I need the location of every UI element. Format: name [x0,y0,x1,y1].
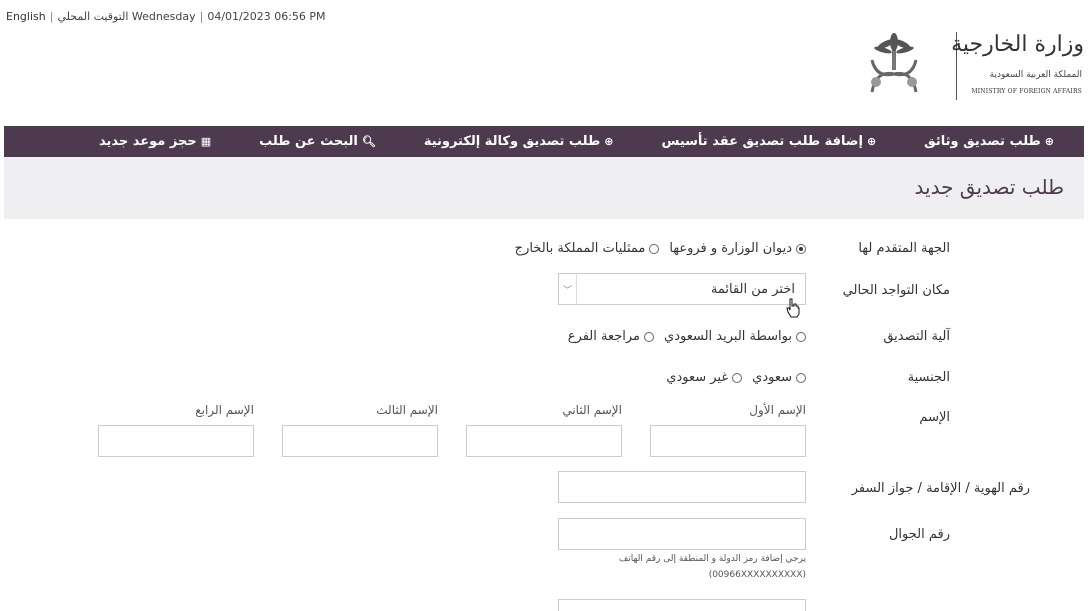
hand-pointer-icon [786,298,800,318]
mechanism-label: آلية التصديق [883,329,950,344]
day-label: Wednesday [131,10,196,23]
nationality-label: الجنسية [907,370,950,385]
plus-circle-icon: ⊕ [604,135,614,148]
plus-circle-icon: ⊕ [1044,135,1054,148]
nav-search-request[interactable]: 🔍︎ البحث عن طلب [259,134,376,149]
radio-icon [796,331,806,342]
radio-icon [649,243,660,254]
location-select-value: اختر من القائمة [710,281,795,297]
nationality-options: سعودي غير سعودي [666,370,806,385]
local-time-label: التوقيت المحلي [57,10,129,23]
authority-option-ministry[interactable]: ديوان الوزارة و فروعها [669,241,806,256]
logo-arabic-subtitle: المملكة العربية السعودية [989,70,1082,80]
mobile-hint-format: (00966XXXXXXXXXX) [708,570,806,580]
ministry-logo: وزارة الخارجية المملكة العربية السعودية … [864,26,1084,110]
language-link[interactable]: English [6,10,46,23]
mechanism-options: بواسطة البريد السعودي مراجعة الفرع [568,329,806,344]
first-name-input[interactable] [650,425,806,457]
mechanism-option-branch[interactable]: مراجعة الفرع [568,329,655,344]
next-field-input[interactable] [558,599,806,611]
id-number-input[interactable] [558,471,806,503]
nav-document-attestation[interactable]: ⊕ طلب تصديق وثائق [924,134,1054,149]
nav-book-appointment[interactable]: ▦ حجز موعد جديد [99,134,211,149]
saudi-emblem-icon [870,33,918,93]
radio-icon [732,372,743,383]
nationality-option-saudi[interactable]: سعودي [752,370,806,385]
chevron-down-icon: ﹀ [559,274,577,304]
attestation-form: الجهة المتقدم لها ديوان الوزارة و فروعها… [0,219,1092,611]
page-header: طلب تصديق جديد [4,157,1084,219]
third-name-label: الإسم الثالث [376,403,438,417]
location-select[interactable]: اختر من القائمة ﹀ [558,273,806,305]
location-label: مكان التواجد الحالي [842,283,950,298]
top-info-bar: English | التوقيت المحلي Wednesday | 04/01/2… [6,10,326,23]
authority-options: ديوان الوزارة و فروعها ممثليات المملكة ب… [515,241,806,256]
nav-electronic-power-of-attorney[interactable]: ⊕ طلب تصديق وكالة إلكترونية [424,134,614,149]
id-number-label: رقم الهوية / الإقامة / جواز السفر [851,481,1030,496]
radio-icon [796,372,806,383]
name-label: الإسم [919,410,950,425]
radio-checked-icon [796,243,806,254]
search-icon: 🔍︎ [361,135,376,148]
nav-incorporation-contract[interactable]: ⊕ إضافة طلب تصديق عقد تأسيس [661,134,876,149]
mechanism-option-post[interactable]: بواسطة البريد السعودي [664,329,806,344]
first-name-label: الإسم الأول [749,403,806,417]
second-name-label: الإسم الثاني [562,403,622,417]
datetime-label: 04/01/2023 06:56 PM [207,10,326,23]
second-name-input[interactable] [466,425,622,457]
fourth-name-label: الإسم الرابع [195,403,254,417]
authority-label: الجهة المتقدم لها [858,241,950,256]
mobile-hint: يرجي إضافة رمز الدولة و المنطقة إلى رقم … [618,554,806,564]
plus-circle-icon: ⊕ [866,135,877,148]
logo-arabic-title: وزارة الخارجية [951,32,1084,57]
fourth-name-input[interactable] [98,425,254,457]
main-nav: ⊕ طلب تصديق وثائق ⊕ إضافة طلب تصديق عقد … [4,126,1084,157]
logo-english-subtitle: MINISTRY OF FOREIGN AFFAIRS [971,88,1082,95]
page-title: طلب تصديق جديد [914,175,1064,199]
radio-icon [644,331,655,342]
nationality-option-non-saudi[interactable]: غير سعودي [666,370,743,385]
mobile-input[interactable] [558,518,806,550]
calendar-icon: ▦ [200,135,212,148]
third-name-input[interactable] [282,425,438,457]
authority-option-missions[interactable]: ممثليات المملكة بالخارج [515,241,660,256]
mobile-label: رقم الجوال [888,527,950,542]
